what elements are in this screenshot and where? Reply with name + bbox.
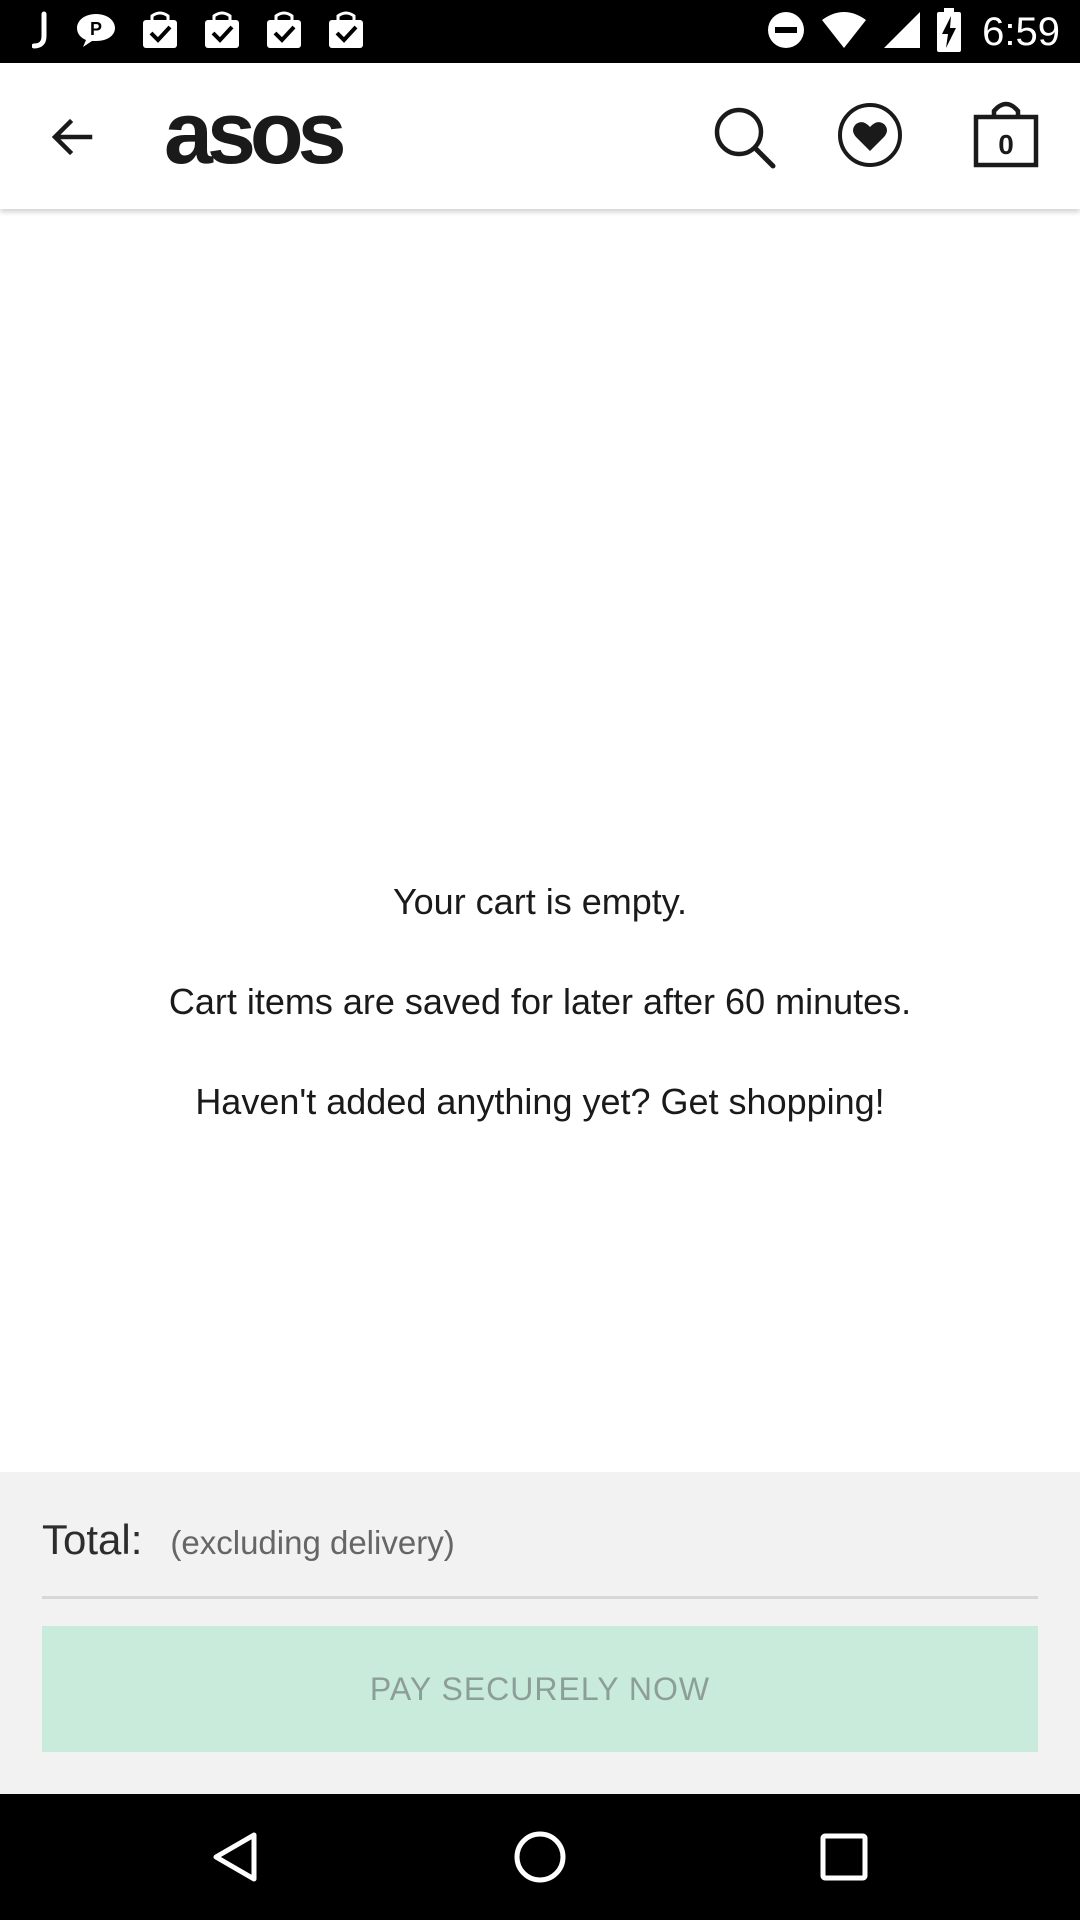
status-bar: P 6:59 <box>0 0 1080 63</box>
back-button[interactable] <box>36 101 108 173</box>
empty-cart-title: Your cart is empty. <box>392 881 688 922</box>
nav-recents-button[interactable] <box>809 1822 879 1892</box>
asos-logo[interactable]: asos <box>164 89 347 177</box>
wifi-icon <box>820 10 868 55</box>
heart-icon <box>838 103 902 167</box>
bag-check-icon <box>326 10 366 55</box>
order-summary: Total: (excluding delivery) PAY SECURELY… <box>0 1472 1080 1794</box>
system-nav-bar <box>0 1794 1080 1920</box>
search-button[interactable] <box>706 99 782 175</box>
total-row: Total: (excluding delivery) <box>42 1516 455 1564</box>
arrow-back-icon <box>51 118 93 156</box>
status-time: 6:59 <box>982 9 1060 54</box>
saved-note: Cart items are saved for later after 60 … <box>168 981 912 1022</box>
notification-icons: P <box>31 8 366 56</box>
chat-bubble-icon: P <box>74 10 118 55</box>
square-recents-icon <box>820 1833 868 1881</box>
circle-home-icon <box>514 1831 566 1883</box>
j-app-icon <box>31 10 52 55</box>
total-note: (excluding delivery) <box>170 1524 455 1561</box>
empty-cart-message: Your cart is empty. Cart items are saved… <box>0 870 1080 1170</box>
system-icons: 6:59 <box>766 7 1060 57</box>
do-not-disturb-icon <box>766 10 806 55</box>
shopping-prompt: Haven't added anything yet? Get shopping… <box>195 1081 885 1122</box>
saved-items-button[interactable] <box>834 99 906 171</box>
bag-check-icon <box>140 10 180 55</box>
bag-count: 0 <box>998 129 1014 160</box>
app-bar: asos 0 <box>0 63 1080 209</box>
divider <box>42 1596 1038 1599</box>
signal-icon <box>882 10 922 55</box>
nav-home-button[interactable] <box>505 1822 575 1892</box>
nav-back-button[interactable] <box>201 1822 271 1892</box>
bag-check-icon <box>202 10 242 55</box>
svg-text:P: P <box>90 19 102 39</box>
bag-button[interactable]: 0 <box>966 95 1046 175</box>
total-label: Total: <box>42 1516 143 1563</box>
battery-charging-icon <box>936 7 962 57</box>
bag-check-icon <box>264 10 304 55</box>
pay-securely-button[interactable]: PAY SECURELY NOW <box>42 1626 1038 1752</box>
triangle-back-icon <box>213 1832 257 1882</box>
search-icon <box>714 107 776 169</box>
